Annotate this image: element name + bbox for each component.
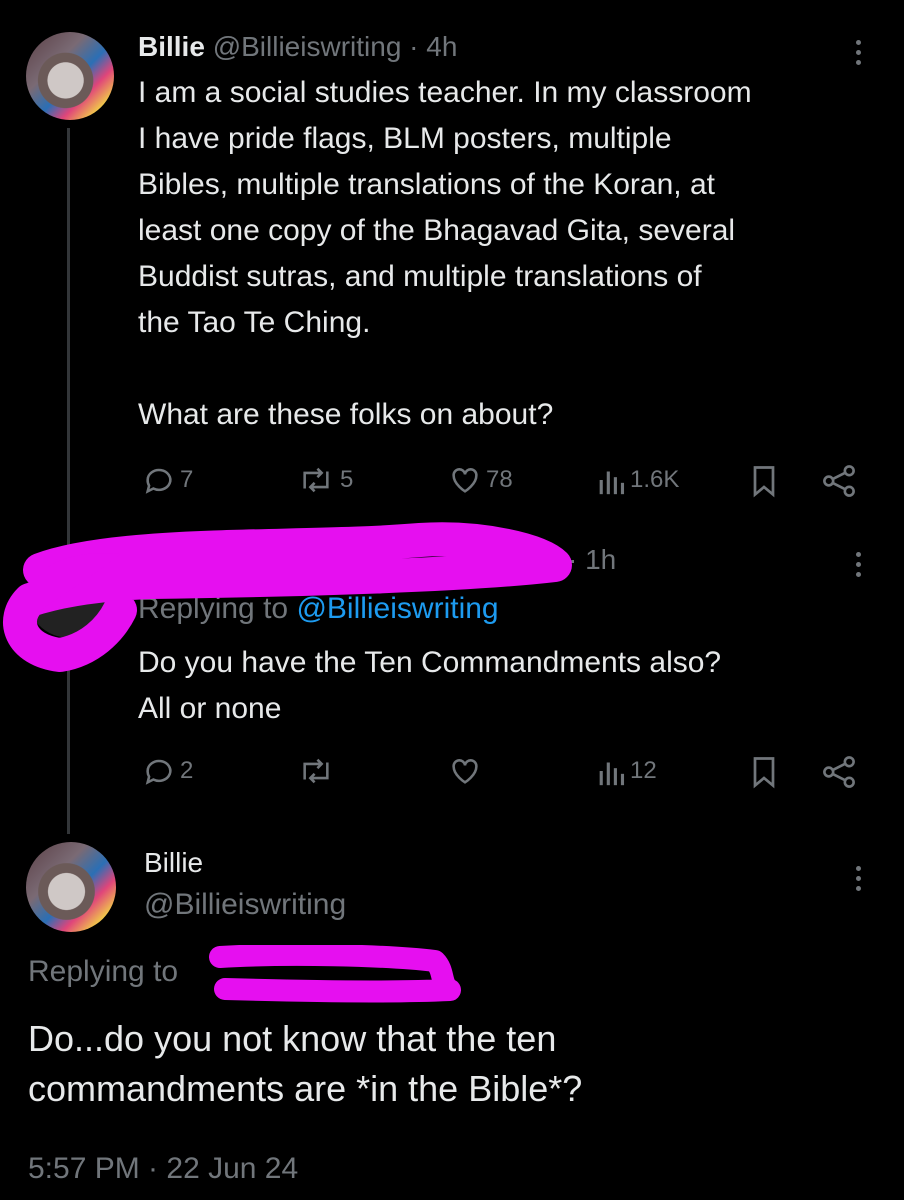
reply-count: 2 bbox=[180, 757, 194, 784]
like-icon bbox=[452, 468, 478, 493]
more-icon[interactable] bbox=[856, 552, 862, 582]
display-name[interactable]: Billie bbox=[144, 846, 203, 880]
text-line: I am a social studies teacher. In my cla… bbox=[138, 76, 752, 109]
views-icon bbox=[599, 762, 625, 786]
text-line: Buddist sutras, and multiple translation… bbox=[138, 260, 702, 293]
repost-button[interactable] bbox=[296, 754, 336, 788]
reply-icon bbox=[145, 759, 172, 785]
bookmark-icon bbox=[753, 466, 775, 498]
tweet1-text: I am a social studies teacher. In my cla… bbox=[138, 70, 878, 438]
views-button[interactable]: 1.6K bbox=[596, 463, 679, 497]
repost-icon bbox=[303, 467, 329, 493]
share-button[interactable] bbox=[820, 754, 858, 790]
share-button[interactable] bbox=[820, 463, 858, 499]
views-icon bbox=[599, 471, 625, 495]
bookmark-icon bbox=[753, 757, 775, 789]
text-line: What are these folks on about? bbox=[138, 398, 554, 431]
reply-button[interactable]: 7 bbox=[142, 463, 193, 497]
text-line: I have pride flags, BLM posters, multipl… bbox=[138, 122, 672, 155]
like-button[interactable]: 78 bbox=[448, 463, 513, 497]
avatar[interactable] bbox=[26, 842, 116, 932]
timestamp[interactable]: 5:57 PM · 22 Jun 24 bbox=[28, 1152, 298, 1186]
views-count: 1.6K bbox=[630, 466, 680, 493]
share-icon bbox=[823, 756, 855, 788]
like-icon bbox=[452, 759, 478, 784]
redaction-scribble bbox=[3, 522, 572, 672]
thread-line bbox=[67, 128, 70, 834]
redaction-scribble bbox=[209, 945, 461, 1003]
tweet3-text: Do...do you not know that the ten comman… bbox=[28, 1014, 888, 1114]
post-time[interactable]: · 4h bbox=[409, 31, 457, 62]
repost-count: 5 bbox=[340, 466, 354, 493]
like-count: 78 bbox=[486, 466, 513, 493]
tweet1-header: Billie @Billieiswriting · 4h bbox=[138, 30, 457, 64]
text-line: the Tao Te Ching. bbox=[138, 306, 371, 339]
reply-count: 7 bbox=[180, 466, 194, 493]
reply-button[interactable]: 2 bbox=[142, 754, 193, 788]
display-name[interactable]: Billie bbox=[138, 31, 205, 62]
repost-button[interactable]: 5 bbox=[296, 463, 353, 497]
text-line: All or none bbox=[138, 692, 282, 725]
bookmark-button[interactable] bbox=[748, 754, 780, 790]
text-line: commandments are *in the Bible*? bbox=[28, 1068, 583, 1109]
text-line: least one copy of the Bhagavad Gita, sev… bbox=[138, 214, 736, 247]
views-button[interactable]: 12 bbox=[596, 754, 657, 788]
reply-icon bbox=[145, 468, 172, 494]
handle[interactable]: @Billieiswriting bbox=[144, 888, 346, 922]
more-icon[interactable] bbox=[856, 40, 862, 70]
handle[interactable]: @Billieiswriting bbox=[213, 31, 402, 62]
views-count: 12 bbox=[630, 757, 657, 784]
avatar[interactable] bbox=[26, 32, 114, 120]
more-icon[interactable] bbox=[856, 866, 862, 896]
bookmark-button[interactable] bbox=[748, 463, 780, 499]
like-button[interactable] bbox=[448, 754, 482, 788]
share-icon bbox=[823, 465, 855, 497]
text-line: Do...do you not know that the ten bbox=[28, 1018, 557, 1059]
replying-prefix: Replying to bbox=[28, 955, 179, 988]
text-line: Bibles, multiple translations of the Kor… bbox=[138, 168, 715, 201]
repost-icon bbox=[303, 758, 329, 784]
